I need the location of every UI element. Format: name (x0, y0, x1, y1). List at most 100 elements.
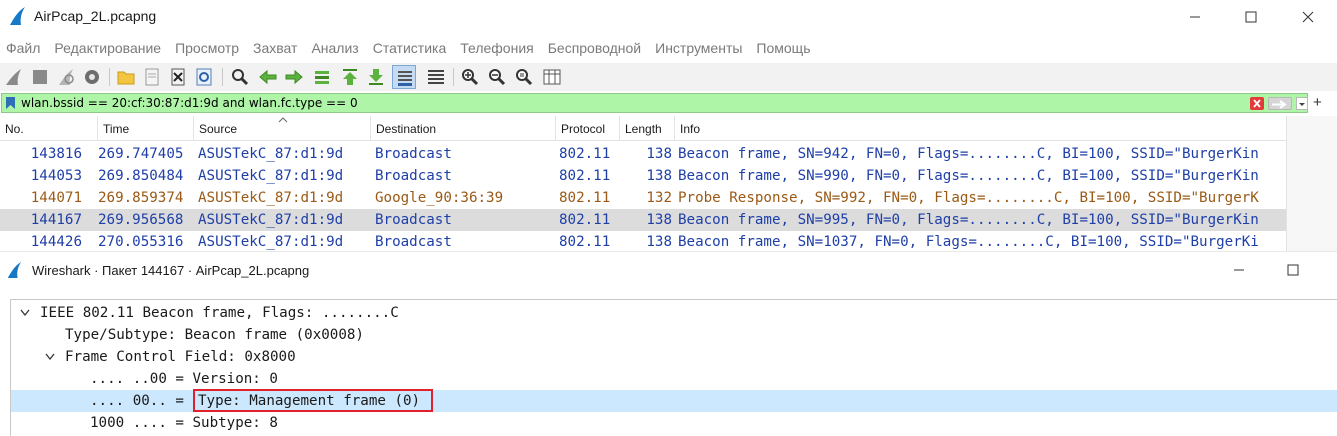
column-header-info[interactable]: Info (675, 116, 1286, 141)
tree-row[interactable]: Frame Control Field: 0x8000 (11, 346, 1337, 368)
cell-info: Beacon frame, SN=942, FN=0, Flags=......… (678, 146, 1259, 162)
cell-no: 144053 (30, 168, 82, 184)
find-packet-button[interactable] (228, 65, 252, 89)
dialog-maximize-button[interactable] (1270, 252, 1316, 288)
display-filter-input[interactable]: wlan.bssid == 20:cf:30:87:d1:9d and wlan… (1, 93, 1308, 113)
packet-row[interactable]: 144426 270.055316 ASUSTekC_87:d1:9d Broadca… (0, 231, 1286, 253)
stop-capture-icon (33, 70, 47, 84)
zoom-in-button[interactable] (458, 65, 482, 89)
cell-protocol: 802.11 (559, 146, 611, 162)
capture-options-button[interactable] (80, 65, 104, 89)
tree-row-selected[interactable]: .... 00.. = Type: Management frame (0) (11, 389, 1337, 412)
minimize-button[interactable] (1172, 0, 1218, 34)
column-header-destination[interactable]: Destination (371, 116, 556, 141)
menu-statistics[interactable]: Статистика (367, 37, 455, 61)
go-first-button[interactable] (338, 65, 362, 89)
packet-row[interactable]: 144167 269.956568 ASUSTekC_87:d1:9d Broadca… (0, 209, 1286, 231)
menu-wireless[interactable]: Беспроводной (542, 37, 649, 61)
menu-edit[interactable]: Редактирование (48, 37, 169, 61)
go-to-packet-button[interactable] (310, 65, 334, 89)
column-header-no[interactable]: No. (0, 116, 98, 141)
packet-dialog-title: Wireshark · Пакет 144167 · AirPcap_2L.pc… (32, 263, 310, 278)
reload-file-button[interactable] (192, 65, 216, 89)
go-back-button[interactable] (256, 65, 280, 89)
add-filter-button-icon[interactable]: + (1313, 94, 1322, 111)
clear-filter-icon[interactable] (1250, 97, 1264, 110)
menu-analyze[interactable]: Анализ (305, 37, 366, 61)
go-forward-icon (285, 69, 303, 85)
menu-view[interactable]: Просмотр (169, 37, 247, 61)
tree-row[interactable]: .... ..00 = Version: 0 (11, 368, 1337, 390)
column-header-protocol[interactable]: Protocol (556, 116, 620, 141)
cell-no: 144426 (30, 234, 82, 250)
cell-time: 270.055316 (98, 234, 184, 250)
chevron-down-icon[interactable] (19, 308, 31, 318)
cell-source: ASUSTekC_87:d1:9d (198, 190, 344, 206)
zoom-normal-icon (516, 69, 533, 86)
menu-help[interactable]: Помощь (750, 37, 818, 61)
tree-row[interactable]: IEEE 802.11 Beacon frame, Flags: .......… (11, 302, 1337, 324)
cell-source: ASUSTekC_87:d1:9d (198, 212, 344, 228)
close-file-button[interactable] (166, 65, 190, 89)
maximize-button[interactable] (1228, 0, 1274, 34)
go-last-button[interactable] (364, 65, 388, 89)
cell-length: 138 (646, 168, 672, 184)
cell-length: 138 (646, 212, 672, 228)
dialog-minimize-button[interactable] (1216, 252, 1262, 288)
toolbar-separator (109, 68, 110, 86)
stop-capture-button[interactable] (28, 65, 52, 89)
apply-filter-icon[interactable] (1268, 97, 1292, 110)
cell-time: 269.859374 (98, 190, 184, 206)
cell-no: 144167 (30, 212, 82, 228)
close-window-button[interactable] (1285, 0, 1331, 34)
menu-capture[interactable]: Захват (247, 37, 305, 61)
packet-list-scrollbar[interactable] (1286, 116, 1337, 251)
main-toolbar (0, 63, 1337, 91)
menu-telephony[interactable]: Телефония (454, 37, 541, 61)
zoom-in-icon (462, 69, 479, 86)
close-file-icon (171, 68, 185, 86)
tree-row-bits: .... 00.. = (90, 393, 193, 409)
column-header-time[interactable]: Time (98, 116, 194, 141)
cell-time: 269.747405 (98, 146, 184, 162)
packet-row[interactable]: 144053 269.850484 ASUSTekC_87:d1:9d Broadca… (0, 165, 1286, 187)
restart-capture-button[interactable] (54, 65, 78, 89)
resize-columns-button[interactable] (540, 65, 564, 89)
zoom-out-button[interactable] (485, 65, 509, 89)
filter-history-dropdown-icon[interactable] (1296, 97, 1308, 110)
menu-tools[interactable]: Инструменты (649, 37, 750, 61)
go-forward-button[interactable] (282, 65, 306, 89)
tree-row[interactable]: Type/Subtype: Beacon frame (0x0008) (11, 324, 1337, 346)
cell-info: Probe Response, SN=992, FN=0, Flags=....… (678, 190, 1259, 206)
toolbar-separator (453, 68, 454, 86)
cell-protocol: 802.11 (559, 212, 611, 228)
cell-time: 269.956568 (98, 212, 184, 228)
colorize-button[interactable] (424, 65, 448, 89)
save-file-button[interactable] (140, 65, 164, 89)
open-file-button[interactable] (114, 65, 138, 89)
bookmark-icon[interactable] (5, 96, 17, 110)
display-filter-text: wlan.bssid == 20:cf:30:87:d1:9d and wlan… (21, 96, 358, 110)
cell-time: 269.850484 (98, 168, 184, 184)
cell-info: Beacon frame, SN=990, FN=0, Flags=......… (678, 168, 1259, 184)
highlight-annotation-box (193, 389, 433, 412)
packet-row[interactable]: 144071 269.859374 ASUSTekC_87:d1:9d Google_… (0, 187, 1286, 209)
cell-protocol: 802.11 (559, 190, 611, 206)
cell-no: 144071 (30, 190, 82, 206)
zoom-normal-button[interactable] (512, 65, 536, 89)
toolbar-separator (222, 68, 223, 86)
colorize-icon (428, 70, 444, 84)
packet-row[interactable]: 143816 269.747405 ASUSTekC_87:d1:9d Broadca… (0, 143, 1286, 165)
tree-row-label: IEEE 802.11 Beacon frame, Flags: .......… (40, 305, 399, 321)
reload-file-icon (196, 68, 212, 86)
chevron-down-icon[interactable] (44, 352, 56, 362)
column-header-length[interactable]: Length (620, 116, 675, 141)
menu-file[interactable]: Файл (0, 37, 48, 61)
resize-columns-icon (543, 69, 561, 85)
tree-row[interactable]: 1000 .... = Subtype: 8 (11, 412, 1337, 434)
autoscroll-button[interactable] (392, 65, 416, 89)
packet-dialog-titlebar: Wireshark · Пакет 144167 · AirPcap_2L.pc… (0, 251, 1337, 287)
find-packet-icon (232, 69, 249, 86)
go-first-icon (343, 69, 357, 85)
start-capture-button[interactable] (2, 65, 26, 89)
